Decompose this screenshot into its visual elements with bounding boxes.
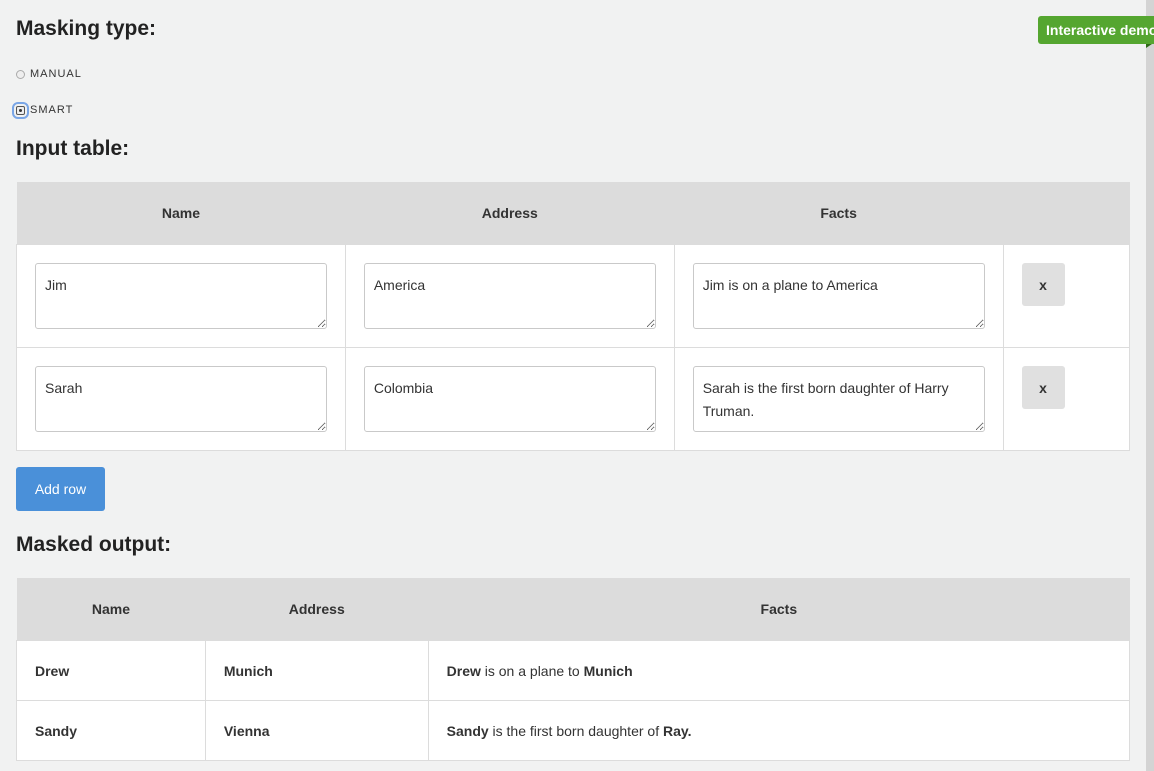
masked-address-cell: Munich: [204, 640, 429, 701]
page-right-edge: [1146, 0, 1154, 771]
address-textarea[interactable]: Colombia: [363, 366, 656, 432]
radio-smart-input[interactable]: [12, 101, 29, 119]
output-table-header: Name Address Facts: [16, 578, 1130, 641]
input-table: Name Address Facts Jim America Jim is on…: [16, 182, 1131, 451]
col-header-name: Name: [16, 578, 206, 641]
masked-facts-cell: Sandy is the first born daughter of Ray.: [427, 700, 1131, 761]
name-textarea[interactable]: Sarah: [35, 366, 327, 432]
col-header-address: Address: [345, 182, 675, 245]
masked-object: Ray.: [662, 722, 692, 739]
masked-subject: Drew: [446, 662, 481, 679]
name-cell: Sarah: [16, 347, 346, 451]
radio-manual[interactable]: MANUAL: [16, 68, 82, 80]
remove-row-button[interactable]: x: [1021, 263, 1065, 306]
input-table-header: Name Address Facts: [16, 182, 1130, 245]
facts-cell: Sarah is the first born daughter of Harr…: [673, 347, 1004, 451]
masked-name-cell: Drew: [16, 640, 206, 701]
facts-text: is on a plane to: [480, 662, 584, 679]
address-textarea[interactable]: America: [363, 263, 656, 329]
masked-subject: Sandy: [446, 722, 489, 739]
table-row: Drew Munich Drew is on a plane to Munich: [16, 640, 1131, 701]
masked-facts-cell: Drew is on a plane to Munich: [427, 640, 1131, 701]
col-header-name: Name: [16, 182, 346, 245]
table-row: Sarah Colombia Sarah is the first born d…: [16, 347, 1131, 451]
facts-textarea[interactable]: Jim is on a plane to America: [692, 263, 985, 329]
table-row: Jim America Jim is on a plane to America…: [16, 244, 1131, 348]
col-header-actions: [1003, 182, 1130, 245]
radio-manual-input[interactable]: [16, 69, 25, 79]
col-header-address: Address: [205, 578, 429, 641]
masked-object: Munich: [583, 662, 633, 679]
name-cell: Jim: [16, 244, 346, 348]
remove-row-button[interactable]: x: [1021, 366, 1065, 409]
input-table-heading: Input table:: [16, 137, 130, 160]
facts-text: is the first born daughter of: [488, 722, 663, 739]
radio-smart-label: SMART: [30, 104, 74, 116]
masked-output-table: Name Address Facts Drew Munich Drew is o…: [16, 578, 1131, 761]
facts-textarea[interactable]: Sarah is the first born daughter of Harr…: [692, 366, 985, 432]
badge-ribbon-fold: [1146, 44, 1152, 48]
add-row-button[interactable]: Add row: [16, 467, 105, 511]
masking-type-heading: Masking type:: [16, 17, 157, 40]
col-header-facts: Facts: [428, 578, 1130, 641]
col-header-facts: Facts: [674, 182, 1004, 245]
table-row: Sandy Vienna Sandy is the first born dau…: [16, 700, 1131, 761]
masked-output-heading: Masked output:: [16, 533, 172, 556]
remove-cell: x: [1002, 347, 1131, 451]
masked-name-cell: Sandy: [16, 700, 206, 761]
remove-cell: x: [1002, 244, 1131, 348]
address-cell: America: [344, 244, 675, 348]
interactive-demo-badge[interactable]: Interactive demo: [1038, 16, 1154, 44]
name-textarea[interactable]: Jim: [35, 263, 327, 329]
masked-address-cell: Vienna: [204, 700, 429, 761]
radio-smart[interactable]: SMART: [12, 101, 74, 119]
address-cell: Colombia: [344, 347, 675, 451]
radio-manual-label: MANUAL: [30, 68, 82, 80]
facts-cell: Jim is on a plane to America: [673, 244, 1004, 348]
